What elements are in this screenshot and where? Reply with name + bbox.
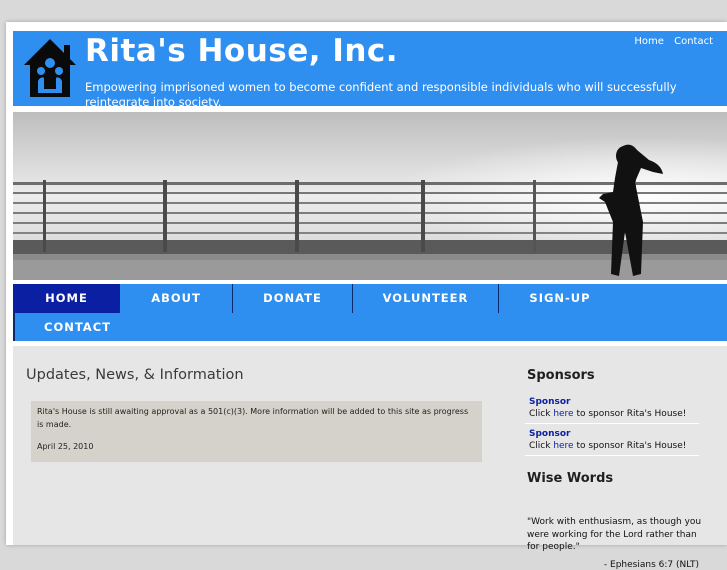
main-nav: HOME ABOUT DONATE VOLUNTEER SIGN-UP CONT… xyxy=(13,284,727,341)
nav-sign-up[interactable]: SIGN-UP xyxy=(499,284,621,313)
site-tagline: Empowering imprisoned women to become co… xyxy=(85,80,677,109)
toplink-home[interactable]: Home xyxy=(634,36,664,47)
sponsor-prefix: Click xyxy=(529,409,554,419)
news-item: Rita's House is still awaiting approval … xyxy=(31,401,482,462)
sponsors-heading: Sponsors xyxy=(527,368,595,383)
sponsor-item: Sponsor Click here to sponsor Rita's Hou… xyxy=(525,395,699,424)
page-container: Rita's House, Inc. Empowering imprisoned… xyxy=(6,22,727,570)
sponsor-line: Click here to sponsor Rita's House! xyxy=(529,409,686,419)
main-heading: Updates, News, & Information xyxy=(26,367,244,383)
sponsor-name[interactable]: Sponsor xyxy=(529,397,571,407)
site-title: Rita's House, Inc. xyxy=(85,33,399,69)
quote-text: "Work with enthusiasm, as though you wer… xyxy=(527,517,702,552)
nav-about[interactable]: ABOUT xyxy=(120,284,232,313)
wise-words-heading: Wise Words xyxy=(527,471,614,486)
quote-citation: - Ephesians 6:7 (NLT) xyxy=(603,560,699,570)
sponsor-suffix: to sponsor Rita's House! xyxy=(573,441,687,451)
nav-donate[interactable]: DONATE xyxy=(233,284,352,313)
hero-banner-image xyxy=(13,112,727,280)
nav-volunteer[interactable]: VOLUNTEER xyxy=(353,284,498,313)
news-date: April 25, 2010 xyxy=(37,442,94,451)
content-area: Updates, News, & Information Rita's Hous… xyxy=(13,346,727,570)
nav-contact[interactable]: CONTACT xyxy=(15,313,140,342)
sponsor-name[interactable]: Sponsor xyxy=(529,429,571,439)
hero-pier-photo xyxy=(13,112,727,280)
top-links: Home Contact xyxy=(627,36,713,47)
sponsor-here-link[interactable]: here xyxy=(553,409,573,419)
sponsor-here-link[interactable]: here xyxy=(553,441,573,451)
sponsor-line: Click here to sponsor Rita's House! xyxy=(529,441,686,451)
sponsor-prefix: Click xyxy=(529,441,554,451)
news-text: Rita's House is still awaiting approval … xyxy=(37,407,469,429)
site-header: Rita's House, Inc. Empowering imprisoned… xyxy=(13,31,727,109)
sponsor-item: Sponsor Click here to sponsor Rita's Hou… xyxy=(525,427,699,456)
house-logo-icon[interactable] xyxy=(22,37,78,99)
nav-home[interactable]: HOME xyxy=(13,284,120,313)
sponsor-suffix: to sponsor Rita's House! xyxy=(573,409,687,419)
toplink-contact[interactable]: Contact xyxy=(674,36,713,47)
